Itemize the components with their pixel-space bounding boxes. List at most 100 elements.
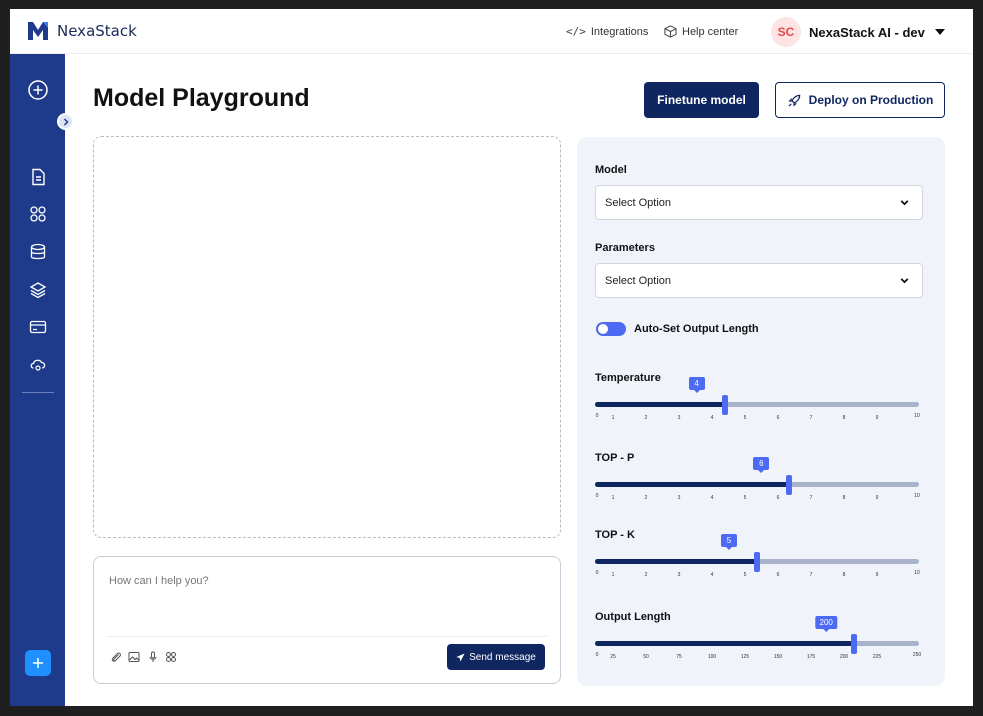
app-window: NexaStack </> Integrations Help center S… [10, 9, 973, 706]
voice-input-button[interactable] [146, 650, 160, 664]
slider-tick-label: 8 [842, 495, 846, 501]
slider-tick-label: 5 [743, 572, 747, 578]
deploy-production-button[interactable]: Deploy on Production [775, 82, 945, 118]
slider-thumb[interactable] [721, 395, 728, 415]
auto-output-length-toggle[interactable] [596, 322, 626, 336]
slider-tick-label: 75 [676, 654, 682, 660]
slider-tick-label: 3 [677, 415, 681, 421]
slider-thumb[interactable] [754, 552, 760, 572]
parameters-select-value: Select Option [605, 274, 672, 287]
model-select[interactable]: Select Option [595, 185, 923, 220]
chevron-down-icon [900, 278, 909, 284]
parameters-select[interactable]: Select Option [595, 263, 923, 298]
new-item-button[interactable] [25, 77, 51, 103]
slider-tick-label: 225 [872, 654, 882, 660]
rocket-icon [788, 94, 800, 107]
slider-tick-label: 9 [875, 495, 879, 501]
sidebar-item-layers[interactable] [25, 277, 51, 303]
slider-tick-label: 6 [776, 415, 780, 421]
nexastack-logo-icon [28, 22, 48, 40]
slider-ticks: 0 25 50 75 100 125 150 175 200 225 250 [595, 652, 922, 664]
caret-down-icon [934, 29, 945, 35]
slider-tick-label: 2 [644, 572, 648, 578]
slider-tick-label: 5 [743, 495, 747, 501]
deploy-production-label: Deploy on Production [808, 93, 934, 107]
slider-tick-label: 7 [809, 572, 813, 578]
slider-ticks: 0 1 2 3 4 5 6 7 8 9 10 [595, 570, 920, 582]
top-k-slider[interactable]: 5 0 1 2 3 4 5 6 7 8 9 10 [595, 534, 921, 584]
slider-tick-label: 0 [595, 413, 599, 419]
slider-tick-label: 9 [875, 415, 879, 421]
brand-name: NexaStack [57, 22, 137, 40]
integrations-link[interactable]: </> Integrations [566, 25, 648, 38]
slider-thumb[interactable] [851, 634, 858, 654]
slider-tick-label: 8 [842, 415, 846, 421]
parameters-label: Parameters [595, 242, 655, 254]
cloud-settings-icon [30, 359, 46, 371]
slider-thumb[interactable] [786, 475, 793, 495]
sidebar-add-button[interactable] [25, 650, 51, 676]
sidebar-item-cloud[interactable] [25, 351, 51, 377]
plus-icon [33, 658, 43, 668]
slider-tick-label: 250 [912, 652, 922, 658]
model-label: Model [595, 164, 627, 176]
sidebar-item-billing[interactable] [25, 314, 51, 340]
chevron-down-icon [900, 200, 909, 206]
sidebar-divider [22, 392, 54, 393]
output-length-slider[interactable]: 200 0 25 50 75 100 125 150 175 200 225 250 [595, 616, 921, 666]
slider-tick-label: 1 [611, 572, 615, 578]
top-bar: NexaStack </> Integrations Help center S… [10, 9, 973, 54]
attach-button[interactable] [109, 650, 123, 664]
slider-value-badge: 200 [815, 616, 837, 632]
slider-tick-label: 6 [776, 495, 780, 501]
slider-tick-label: 8 [842, 572, 846, 578]
code-icon: </> [566, 25, 586, 38]
slider-tick-label: 9 [875, 572, 879, 578]
send-message-button[interactable]: Send message [447, 644, 545, 670]
send-message-label: Send message [469, 651, 536, 663]
slider-fill [595, 402, 725, 407]
temperature-slider[interactable]: 4 0 1 2 3 4 5 6 7 8 9 10 [595, 377, 921, 427]
model-select-value: Select Option [605, 196, 672, 209]
finetune-model-button[interactable]: Finetune model [644, 82, 759, 118]
sidebar-item-database[interactable] [25, 239, 51, 265]
message-composer[interactable]: How can I help you? Send message [93, 556, 561, 684]
slider-tick-label: 1 [611, 415, 615, 421]
slider-tick-label: 0 [595, 652, 599, 658]
slider-tick-label: 5 [743, 415, 747, 421]
slider-tick-label: 4 [710, 415, 714, 421]
slider-fill [595, 559, 757, 564]
slider-ticks: 0 1 2 3 4 5 6 7 8 9 10 [595, 413, 920, 425]
sidebar [10, 54, 65, 706]
brand-logo[interactable]: NexaStack [27, 20, 137, 42]
plus-circle-icon [28, 80, 48, 100]
org-switcher[interactable]: SC NexaStack AI - dev [771, 17, 945, 47]
slider-tick-label: 10 [914, 570, 920, 576]
settings-panel: Model Select Option Parameters Select Op… [577, 137, 945, 686]
slider-tick-label: 150 [773, 654, 783, 660]
chat-output-area [93, 136, 561, 538]
page-title: Model Playground [93, 84, 310, 112]
sidebar-expand-button[interactable] [57, 113, 74, 130]
sidebar-item-apps[interactable] [25, 201, 51, 227]
slider-tick-label: 175 [806, 654, 816, 660]
top-p-slider[interactable]: 6 0 1 2 3 4 5 6 7 8 9 10 [595, 457, 921, 507]
slider-tick-label: 4 [710, 572, 714, 578]
slider-tick-label: 7 [809, 415, 813, 421]
slider-tick-label: 0 [595, 493, 599, 499]
slider-tick-label: 125 [740, 654, 750, 660]
slider-fill [595, 641, 855, 646]
apps-button[interactable] [164, 650, 178, 664]
box-icon [664, 25, 677, 38]
paperclip-icon [111, 652, 121, 662]
apps-icon [30, 206, 46, 222]
image-upload-button[interactable] [127, 650, 141, 664]
slider-tick-label: 3 [677, 495, 681, 501]
help-center-link[interactable]: Help center [664, 25, 738, 38]
send-icon [456, 652, 465, 662]
message-input[interactable]: How can I help you? [109, 575, 209, 587]
slider-value-badge: 4 [688, 377, 705, 393]
database-icon [30, 243, 46, 260]
slider-tick-label: 0 [595, 570, 599, 576]
sidebar-item-documents[interactable] [25, 164, 51, 190]
